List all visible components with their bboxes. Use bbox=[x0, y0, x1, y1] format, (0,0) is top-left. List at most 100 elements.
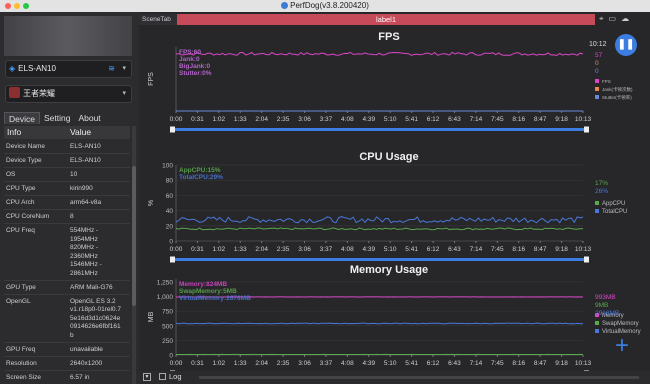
series-line bbox=[175, 216, 584, 224]
x-tick-label: 4:39 bbox=[362, 360, 375, 367]
window-title: PerfDog(v3.8.200420) bbox=[290, 1, 369, 10]
overlay-stat: TotalCPU:29% bbox=[179, 174, 223, 181]
title-bar: PerfDog(v3.8.200420) bbox=[0, 0, 650, 12]
y-tick-label: 20 bbox=[166, 223, 174, 230]
y-tick-label: 750 bbox=[162, 309, 173, 316]
info-key: OS bbox=[6, 171, 16, 178]
close-window-button[interactable] bbox=[5, 3, 11, 9]
tab-device[interactable]: Device bbox=[4, 112, 40, 124]
x-tick-label: 6:43 bbox=[448, 246, 461, 253]
x-tick-label: 0:31 bbox=[191, 360, 204, 367]
x-tick-label: 2:04 bbox=[255, 360, 268, 367]
x-tick-label: 10:13 bbox=[575, 360, 592, 367]
tab-about[interactable]: About bbox=[74, 112, 104, 124]
info-row: Resolution 2640x1200 bbox=[4, 357, 130, 371]
chart-title: Memory Usage bbox=[350, 264, 428, 276]
x-tick-label: 3:37 bbox=[320, 116, 333, 123]
account-banner bbox=[4, 16, 132, 56]
info-value: arm64-v8a bbox=[70, 199, 102, 206]
legend-swatch bbox=[595, 329, 599, 333]
info-key: CPU Freq bbox=[6, 227, 35, 234]
x-tick-label: 6:43 bbox=[448, 116, 461, 123]
x-tick-label: 9:18 bbox=[555, 116, 568, 123]
overlay-stat: AppCPU:15% bbox=[179, 167, 221, 174]
info-row: OpenGL OpenGL ES 3.2 v1.r18p0-01rel0.7 5e… bbox=[4, 295, 130, 343]
y-tick-label: 1,250 bbox=[157, 279, 174, 286]
info-row: Device Name ELS-AN10 bbox=[4, 140, 130, 154]
info-key: Device Type bbox=[6, 157, 42, 164]
x-tick-label: 7:14 bbox=[470, 360, 483, 367]
series-current-value: 993MB bbox=[595, 294, 616, 301]
minimize-window-button[interactable] bbox=[14, 3, 20, 9]
x-tick-label: 6:12 bbox=[427, 360, 440, 367]
x-tick-label: 8:16 bbox=[512, 246, 525, 253]
overlay-stat: SwapMemory:5MB bbox=[179, 288, 237, 295]
y-tick-label: 80 bbox=[166, 178, 174, 185]
info-row: GPU Freq unavailable bbox=[4, 343, 130, 357]
series-current-value: 0 bbox=[595, 68, 599, 75]
value-column-header: Value bbox=[70, 127, 92, 137]
x-tick-label: 1:02 bbox=[213, 246, 226, 253]
series-current-value: 17% bbox=[595, 180, 608, 187]
zoom-window-button[interactable] bbox=[23, 3, 29, 9]
timeline-scrollbar[interactable] bbox=[199, 376, 639, 379]
folder-icon[interactable]: ▭ bbox=[609, 14, 617, 24]
x-tick-label: 7:14 bbox=[470, 116, 483, 123]
scrollbar-thumb[interactable] bbox=[132, 166, 136, 306]
info-value: 10 bbox=[70, 171, 78, 178]
app-select[interactable]: 王者荣耀 ▾ bbox=[5, 85, 132, 103]
info-key: Resolution bbox=[6, 359, 37, 367]
x-tick-label: 2:04 bbox=[255, 246, 268, 253]
range-handle-left bbox=[170, 126, 175, 133]
y-axis-label: MB bbox=[148, 311, 155, 322]
android-icon: ◈ bbox=[9, 64, 16, 73]
x-tick-label: 9:18 bbox=[555, 360, 568, 367]
x-tick-label: 4:08 bbox=[341, 116, 354, 123]
tab-setting[interactable]: Setting bbox=[40, 112, 74, 124]
info-table-header: Info Value bbox=[4, 126, 130, 139]
x-tick-label: 1:02 bbox=[213, 116, 226, 123]
device-select[interactable]: ◈ ELS-AN10 ≋ ▾ bbox=[5, 60, 132, 78]
series-current-value: 2918MB bbox=[595, 310, 619, 317]
elapsed-time: 10:12 bbox=[589, 41, 607, 48]
legend-swatch bbox=[595, 87, 599, 91]
expand-icon[interactable]: ▼ bbox=[143, 373, 151, 381]
x-tick-label: 4:39 bbox=[362, 116, 375, 123]
log-checkbox[interactable] bbox=[159, 373, 166, 380]
x-tick-label: 8:47 bbox=[534, 116, 547, 123]
top-icons: ⌖ ▭ ☁ bbox=[599, 14, 629, 24]
y-tick-label: 500 bbox=[162, 323, 173, 330]
scene-label-bar[interactable]: label1 bbox=[177, 14, 595, 25]
add-button[interactable]: + bbox=[615, 334, 629, 358]
app-window: PerfDog(v3.8.200420) ◈ ELS-AN10 ≋ ▾ 王者荣耀 … bbox=[0, 0, 650, 384]
sidebar-scrollbar[interactable] bbox=[132, 126, 136, 384]
app-icon bbox=[9, 87, 20, 98]
legend-label: SwapMemory bbox=[602, 321, 639, 327]
x-tick-label: 4:39 bbox=[362, 246, 375, 253]
info-value: ELS-AN10 bbox=[70, 157, 101, 164]
location-pin-icon[interactable]: ⌖ bbox=[599, 14, 604, 24]
overlay-stat: Memory:824MB bbox=[179, 281, 227, 288]
info-value: 6.57 in bbox=[70, 373, 90, 381]
main-panel: SceneTab label1 ⌖ ▭ ☁ FPS FPS 0:00 0:31 1:02… bbox=[139, 12, 650, 384]
legend-label: AppCPU bbox=[602, 201, 625, 207]
x-tick-label: 5:10 bbox=[384, 360, 397, 367]
info-key: CPU Type bbox=[6, 185, 36, 192]
pause-button[interactable]: ❚❚ bbox=[615, 34, 637, 56]
x-tick-label: 5:41 bbox=[405, 116, 418, 123]
x-tick-label: 2:35 bbox=[277, 246, 290, 253]
info-table-body: Device Name ELS-AN10 Device Type ELS-AN10 OS… bbox=[4, 140, 130, 384]
x-tick-label: 4:08 bbox=[341, 246, 354, 253]
cloud-icon[interactable]: ☁ bbox=[621, 14, 629, 24]
time-range-slider bbox=[171, 258, 588, 261]
x-tick-label: 3:37 bbox=[320, 246, 333, 253]
info-value: ARM Mali-G76 bbox=[70, 283, 113, 291]
y-tick-label: 100 bbox=[162, 163, 173, 170]
x-tick-label: 7:14 bbox=[470, 246, 483, 253]
scene-tab[interactable]: SceneTab bbox=[139, 14, 177, 25]
info-value: OpenGL ES 3.2 v1.r18p0-01rel0.7 5e16d3d1… bbox=[70, 297, 121, 339]
y-axis-label: FPS bbox=[148, 72, 155, 86]
device-select-value: ELS-AN10 bbox=[18, 64, 56, 73]
series-current-value: 9MB bbox=[595, 302, 608, 309]
app-select-value: 王者荣耀 bbox=[23, 89, 55, 98]
